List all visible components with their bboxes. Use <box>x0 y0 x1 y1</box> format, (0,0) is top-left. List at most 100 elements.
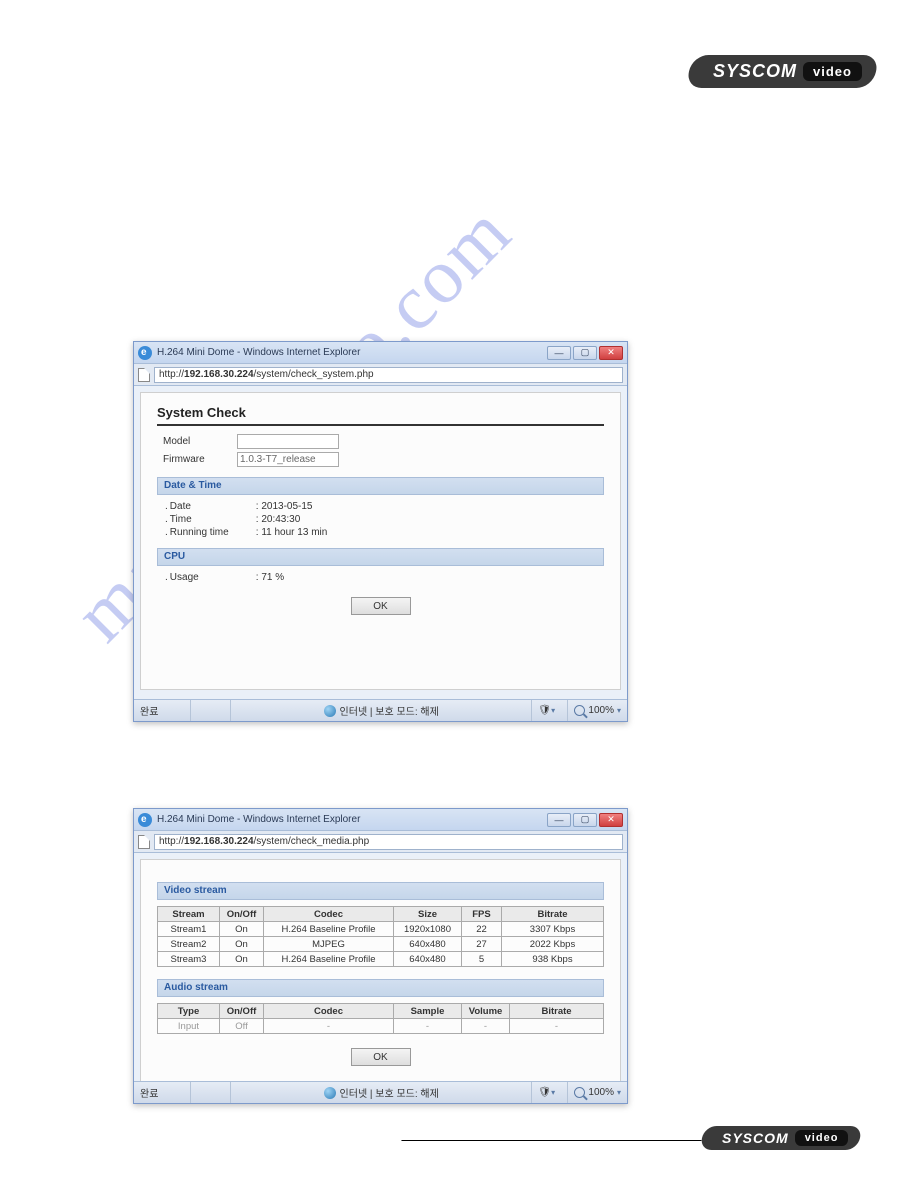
date-label: Date <box>170 501 256 512</box>
shield-icon: 🛡 <box>538 1087 551 1098</box>
video-stream-table: Stream On/Off Codec Size FPS Bitrate Str… <box>157 906 604 967</box>
table-cell: 27 <box>462 937 502 952</box>
table-cell: 640x480 <box>394 937 462 952</box>
firmware-label: Firmware <box>163 454 237 465</box>
table-cell: Input <box>158 1019 220 1034</box>
cpu-usage-value: : 71 % <box>256 572 284 583</box>
window-title: H.264 Mini Dome - Windows Internet Explo… <box>157 347 547 358</box>
shield-icon: 🛡 <box>538 705 551 716</box>
th-codec: Codec <box>264 1004 394 1019</box>
running-time-value: : 11 hour 13 min <box>256 527 328 538</box>
ok-button[interactable]: OK <box>351 597 411 615</box>
th-bitrate: Bitrate <box>502 907 604 922</box>
ie-window-system-check: H.264 Mini Dome - Windows Internet Explo… <box>133 341 628 722</box>
status-bar: 완료 인터넷 | 보호 모드: 해제 🛡▾ 100% ▾ <box>134 1081 627 1103</box>
table-cell: 22 <box>462 922 502 937</box>
table-cell: Stream1 <box>158 922 220 937</box>
table-cell: MJPEG <box>264 937 394 952</box>
maximize-button[interactable]: ▢ <box>573 346 597 360</box>
table-header-row: Stream On/Off Codec Size FPS Bitrate <box>158 907 604 922</box>
titlebar: H.264 Mini Dome - Windows Internet Explo… <box>134 809 627 831</box>
status-zone: 인터넷 | 보호 모드: 해제 <box>230 700 531 721</box>
table-cell: 938 Kbps <box>502 952 604 967</box>
ok-button[interactable]: OK <box>351 1048 411 1066</box>
table-cell: Stream3 <box>158 952 220 967</box>
brand-logo-top: SYSCOM video <box>686 55 880 88</box>
status-left: 완료 <box>134 700 190 721</box>
close-button[interactable]: ✕ <box>599 813 623 827</box>
time-label: Time <box>170 514 256 525</box>
status-zone: 인터넷 | 보호 모드: 해제 <box>230 1082 531 1103</box>
table-cell: 5 <box>462 952 502 967</box>
url-path: /system/check_system.php <box>254 369 374 380</box>
th-stream: Stream <box>158 907 220 922</box>
table-cell: 3307 Kbps <box>502 922 604 937</box>
zoom-level: 100% <box>588 705 614 716</box>
globe-icon <box>324 1087 336 1099</box>
brand-name: SYSCOM <box>713 61 797 82</box>
security-dropdown[interactable]: 🛡▾ <box>531 700 567 721</box>
maximize-button[interactable]: ▢ <box>573 813 597 827</box>
globe-icon <box>324 705 336 717</box>
th-onoff: On/Off <box>220 907 264 922</box>
magnifier-icon <box>574 1087 585 1098</box>
time-value: : 20:43:30 <box>256 514 300 525</box>
table-cell: H.264 Baseline Profile <box>264 922 394 937</box>
ie-icon <box>138 813 152 827</box>
th-type: Type <box>158 1004 220 1019</box>
table-cell: On <box>220 952 264 967</box>
table-row: Stream1OnH.264 Baseline Profile1920x1080… <box>158 922 604 937</box>
status-center: 인터넷 | 보호 모드: 해제 <box>340 703 439 718</box>
section-video-stream: Video stream <box>157 882 604 900</box>
security-dropdown[interactable]: 🛡▾ <box>531 1082 567 1103</box>
url-host: 192.168.30.224 <box>184 836 254 847</box>
firmware-input[interactable] <box>237 452 339 467</box>
page-content: Video stream Stream On/Off Codec Size FP… <box>140 859 621 1091</box>
window-title: H.264 Mini Dome - Windows Internet Explo… <box>157 814 547 825</box>
status-bar: 완료 인터넷 | 보호 모드: 해제 🛡▾ 100% ▾ <box>134 699 627 721</box>
th-sample: Sample <box>394 1004 462 1019</box>
page-icon <box>138 835 150 849</box>
zoom-control[interactable]: 100% ▾ <box>567 700 627 721</box>
brand-name: SYSCOM <box>722 1130 789 1146</box>
table-cell: - <box>394 1019 462 1034</box>
table-row: Stream2OnMJPEG640x480272022 Kbps <box>158 937 604 952</box>
table-row: Stream3OnH.264 Baseline Profile640x48059… <box>158 952 604 967</box>
th-bitrate: Bitrate <box>510 1004 604 1019</box>
table-cell: - <box>462 1019 510 1034</box>
page-icon <box>138 368 150 382</box>
page-content: System Check Model Firmware Date & Time … <box>140 392 621 690</box>
url-field[interactable]: http://192.168.30.224/system/check_media… <box>154 834 623 850</box>
th-size: Size <box>394 907 462 922</box>
minimize-button[interactable]: — <box>547 346 571 360</box>
zoom-control[interactable]: 100% ▾ <box>567 1082 627 1103</box>
table-row: InputOff---- <box>158 1019 604 1034</box>
date-value: : 2013-05-15 <box>256 501 313 512</box>
table-cell: 1920x1080 <box>394 922 462 937</box>
close-button[interactable]: ✕ <box>599 346 623 360</box>
cpu-usage-label: Usage <box>170 572 256 583</box>
minimize-button[interactable]: — <box>547 813 571 827</box>
magnifier-icon <box>574 705 585 716</box>
address-bar: http://192.168.30.224/system/check_syste… <box>134 364 627 386</box>
table-cell: - <box>510 1019 604 1034</box>
running-time-label: Running time <box>170 527 256 538</box>
table-cell: H.264 Baseline Profile <box>264 952 394 967</box>
status-left: 완료 <box>134 1082 190 1103</box>
model-label: Model <box>163 436 237 447</box>
titlebar: H.264 Mini Dome - Windows Internet Explo… <box>134 342 627 364</box>
table-cell: Stream2 <box>158 937 220 952</box>
brand-suffix: video <box>794 1130 848 1146</box>
section-cpu: CPU <box>157 548 604 566</box>
model-input[interactable] <box>237 434 339 449</box>
table-cell: 2022 Kbps <box>502 937 604 952</box>
th-onoff: On/Off <box>220 1004 264 1019</box>
table-cell: - <box>264 1019 394 1034</box>
url-field[interactable]: http://192.168.30.224/system/check_syste… <box>154 367 623 383</box>
audio-stream-table: Type On/Off Codec Sample Volume Bitrate … <box>157 1003 604 1034</box>
th-fps: FPS <box>462 907 502 922</box>
section-audio-stream: Audio stream <box>157 979 604 997</box>
brand-suffix: video <box>803 62 862 81</box>
table-cell: 640x480 <box>394 952 462 967</box>
brand-logo-bottom: SYSCOM video <box>699 1126 863 1150</box>
